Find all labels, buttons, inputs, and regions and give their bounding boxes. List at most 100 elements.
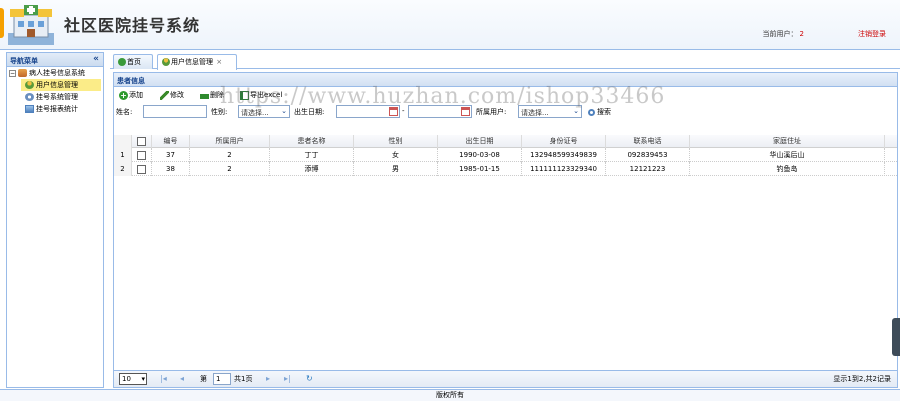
close-icon[interactable]: × [216,58,222,66]
birth-start-input[interactable] [336,105,400,118]
tree-root-label: 病人挂号信息系统 [29,69,85,77]
tree-root[interactable]: − 病人挂号信息系统 [7,67,103,79]
page-prefix: 第 [200,375,207,383]
app-title: 社区医院挂号系统 [64,16,201,35]
hospital-logo [8,5,54,45]
sidebar-item-label: 用户信息管理 [36,81,78,89]
table-row[interactable]: 1 37 2 丁丁 女 1990-03-08 132948599349839 0… [114,148,897,162]
sidebar-item-user-info[interactable]: 用户信息管理 [21,79,101,91]
cell-gender: 女 [354,148,438,162]
column-header[interactable]: 性别 [354,135,438,148]
tab-home[interactable]: 首页 [113,54,153,69]
cell-idcard: 111111123329340 [522,162,606,176]
owner-select-value: 请选择... [521,109,549,117]
edit-button[interactable]: 修改 [160,90,184,100]
sidebar-item-report[interactable]: 挂号报表统计 [7,103,103,115]
tab-bar: 首页 用户信息管理 × [110,52,900,70]
calendar-icon[interactable] [461,107,470,116]
page-size-value: 10 [122,375,131,383]
column-header[interactable]: 编号 [152,135,190,148]
cell-owner: 2 [190,162,270,176]
column-header[interactable]: 家庭住址 [690,135,885,148]
cell-owner: 2 [190,148,270,162]
add-button[interactable]: + 添加 [119,90,143,100]
gender-select[interactable]: 请选择... ⌄ [238,105,290,118]
name-input[interactable] [143,105,207,118]
page-number-input[interactable]: 1 [213,373,231,385]
app-window: 社区医院挂号系统 当前用户： 2 注销登录 导航菜单 « − 病人挂号信息系统 用户… [0,0,900,401]
pagination-bar: 10 ▾ |◂ ◂ 第 1 共1页 ▸ ▸| ↻ 显示1到2,共2记录 [114,370,897,387]
current-user-value: 2 [799,30,804,38]
tree-toggle-icon[interactable]: − [9,69,16,77]
column-header[interactable]: 联系电话 [606,135,690,148]
edit-button-label: 修改 [170,91,184,99]
row-number: 1 [114,148,132,162]
column-header[interactable]: 身份证号 [522,135,606,148]
page-size-select[interactable]: 10 ▾ [119,373,147,385]
cell-address: 钓鱼岛 [690,162,885,176]
search-button-label: 搜索 [597,108,611,116]
cell-idcard: 132948599349839 [522,148,606,162]
name-label: 姓名: [116,108,133,116]
export-button[interactable]: 导出excel [240,90,282,100]
report-icon [25,105,34,113]
current-user-label: 当前用户： [762,30,798,38]
database-icon [18,69,27,77]
cell-birth: 1990-03-08 [438,148,522,162]
logout-link[interactable]: 注销登录 [858,29,886,39]
chevron-down-icon: ⌄ [573,107,579,115]
patient-grid: 编号 所属用户 患者名称 性别 出生日期 身份证号 联系电话 家庭住址 1 37… [114,135,897,371]
column-header[interactable]: 所属用户 [190,135,270,148]
user-icon [25,81,34,89]
excel-icon [240,90,249,100]
cell-id: 37 [152,148,190,162]
chevron-down-icon: ▾ [141,375,145,383]
calendar-icon[interactable] [389,107,398,116]
select-all-checkbox[interactable] [137,136,146,146]
next-page-icon[interactable]: ▸ [266,374,270,383]
export-button-label: 导出excel [250,91,283,99]
sidebar-title: 导航菜单 [10,57,38,65]
collapse-icon[interactable]: « [93,54,99,64]
prev-page-icon[interactable]: ◂ [180,374,184,383]
row-select-cell [132,162,152,176]
cell-name: 添博 [270,162,354,176]
add-icon: + [119,90,128,100]
header: 社区医院挂号系统 当前用户： 2 注销登录 [0,0,900,50]
delete-button[interactable]: 删除 [200,90,224,100]
owner-select[interactable]: 请选择... ⌄ [518,105,582,118]
tab-user-info[interactable]: 用户信息管理 × [157,54,237,70]
birth-end-input[interactable] [408,105,472,118]
delete-button-label: 删除 [210,91,224,99]
column-header[interactable]: 患者名称 [270,135,354,148]
row-select-cell [132,148,152,162]
grid-header: 编号 所属用户 患者名称 性别 出生日期 身份证号 联系电话 家庭住址 [114,135,897,148]
column-header[interactable]: 出生日期 [438,135,522,148]
birth-label: 出生日期: [294,108,325,116]
gender-select-value: 请选择... [241,109,269,117]
row-number: 2 [114,162,132,176]
search-button[interactable]: 搜索 [588,107,611,117]
scroll-handle[interactable] [892,318,900,356]
sidebar-item-registration[interactable]: 挂号系统管理 [7,91,103,103]
add-button-label: 添加 [129,91,143,99]
gear-icon [25,93,34,101]
row-checkbox[interactable] [137,150,146,160]
home-icon [118,58,126,66]
footer: 版权所有 [0,389,900,401]
owner-label: 所属用户: [476,108,507,116]
search-row: 姓名: 性别: 请选择... ⌄ 出生日期: - 所属用户: 请选择... ⌄ … [114,104,897,120]
select-all-cell [132,135,152,148]
chevron-down-icon: ⌄ [281,107,287,115]
cell-phone: 12121223 [606,162,690,176]
row-checkbox[interactable] [137,164,146,174]
refresh-icon[interactable]: ↻ [306,374,313,383]
tab-label: 用户信息管理 [171,58,213,66]
first-page-icon[interactable]: |◂ [160,374,167,383]
tab-label: 首页 [127,58,141,66]
cell-id: 38 [152,162,190,176]
last-page-icon[interactable]: ▸| [284,374,291,383]
sidebar-header: 导航菜单 « [7,53,103,67]
table-row[interactable]: 2 38 2 添博 男 1985-01-15 111111123329340 1… [114,162,897,176]
current-user: 当前用户： 2 [763,29,804,39]
